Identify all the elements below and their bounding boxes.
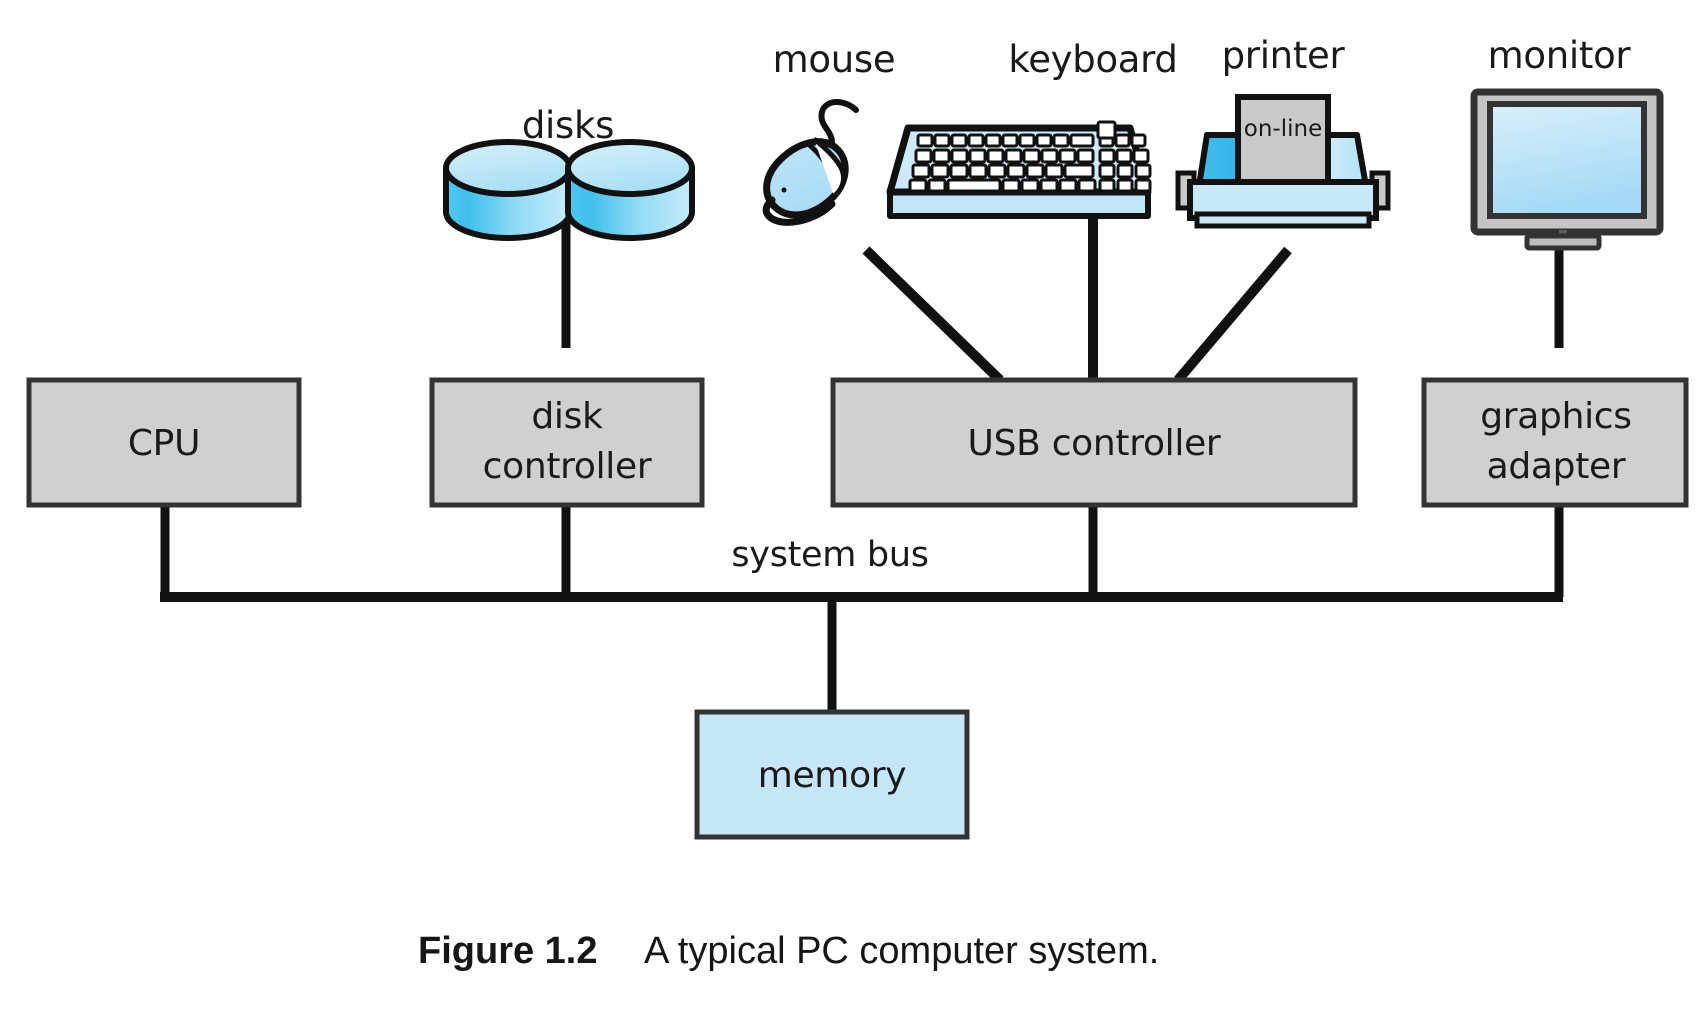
- graphics-adapter-label-line1: graphics: [1480, 396, 1632, 437]
- disk-controller-box[interactable]: disk controller: [429, 377, 705, 508]
- disk-controller-label-line2: controller: [483, 446, 652, 487]
- graphics-adapter-label-line2: adapter: [1487, 446, 1626, 487]
- disks-label: disks: [522, 104, 614, 147]
- graphics-adapter-box[interactable]: graphics adapter: [1421, 377, 1689, 508]
- memory-label: memory: [758, 755, 907, 796]
- printer-online-label: on-line: [1244, 116, 1322, 142]
- keyboard-label: keyboard: [1008, 38, 1177, 81]
- usb-controller-box[interactable]: USB controller: [830, 377, 1358, 508]
- memory-box[interactable]: memory: [694, 709, 970, 840]
- keyboard-icon: [886, 120, 1152, 219]
- caption-figure-number: Figure 1.2: [418, 930, 598, 972]
- mouse-icon: [762, 99, 859, 226]
- line-printer-to-usb: [1174, 246, 1292, 384]
- caption-text: A typical PC computer system.: [644, 930, 1159, 972]
- usb-controller-label: USB controller: [968, 423, 1221, 464]
- pc-system-diagram: disks mouse keyboard on-line printer mon…: [26, 34, 1689, 972]
- printer-label: printer: [1222, 34, 1346, 77]
- monitor-label: monitor: [1488, 34, 1632, 77]
- disk-controller-label-line1: disk: [531, 396, 603, 437]
- system-bus-label: system bus: [731, 535, 928, 575]
- printer-icon: on-line: [1175, 94, 1391, 229]
- figure-caption: Figure 1.2 A typical PC computer system.: [418, 930, 1159, 972]
- cpu-box[interactable]: CPU: [26, 377, 302, 508]
- monitor-icon: [1470, 88, 1664, 251]
- mouse-label: mouse: [773, 38, 896, 81]
- line-mouse-to-usb: [862, 246, 1004, 384]
- cpu-label: CPU: [128, 423, 200, 464]
- figure-container: disks mouse keyboard on-line printer mon…: [0, 0, 1704, 1010]
